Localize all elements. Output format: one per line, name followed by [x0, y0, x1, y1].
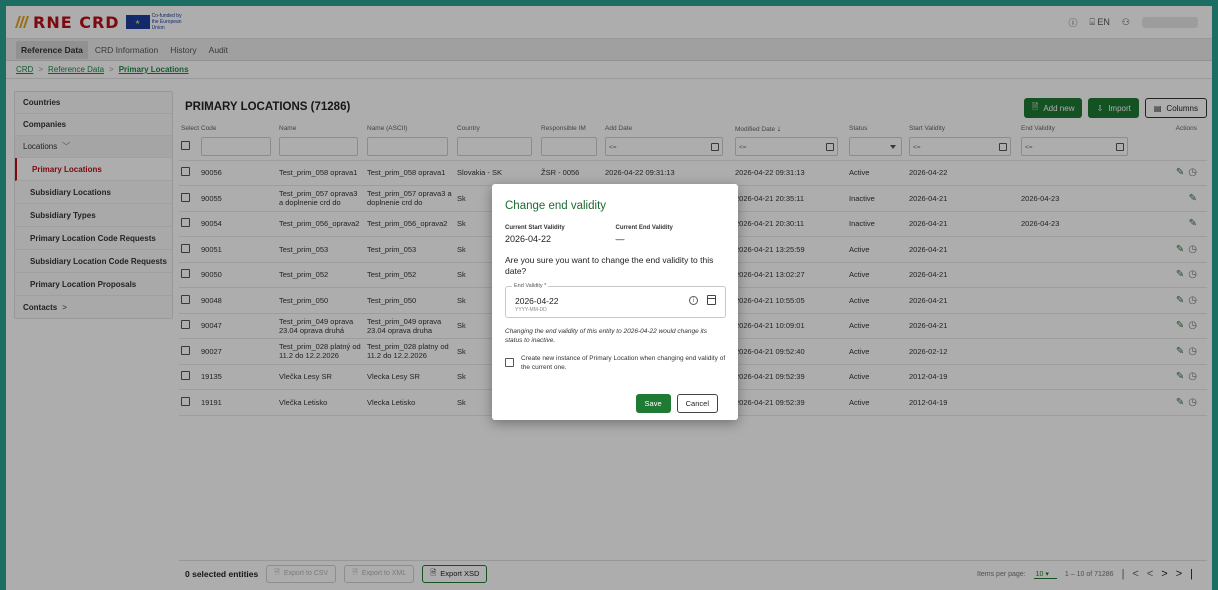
- current-end-label: Current End Validity: [615, 225, 673, 231]
- new-instance-option: Create new instance of Primary Location …: [505, 354, 726, 372]
- end-validity-label: End Validity *: [512, 283, 549, 289]
- current-start-value: 2026-04-22: [505, 234, 552, 244]
- end-validity-input[interactable]: 2026-04-22: [515, 296, 717, 306]
- status-change-warning: Changing the end validity of this entity…: [505, 328, 707, 344]
- cancel-button[interactable]: Cancel: [676, 394, 718, 413]
- new-instance-checkbox[interactable]: [505, 358, 514, 367]
- current-validity: Current Start Validity 2026-04-22 Curren…: [505, 225, 726, 244]
- save-button[interactable]: Save: [635, 394, 671, 413]
- change-end-validity-dialog: Change end validity Current Start Validi…: [492, 184, 738, 420]
- new-instance-label: Create new instance of Primary Location …: [521, 355, 726, 371]
- info-icon[interactable]: i: [689, 296, 698, 305]
- confirmation-question: Are you sure you want to change the end …: [505, 255, 714, 276]
- date-format-hint: YYYY-MM-DD: [515, 307, 547, 313]
- dialog-buttons: Save Cancel: [635, 394, 718, 413]
- current-start-label: Current Start Validity: [505, 225, 565, 231]
- end-validity-field[interactable]: End Validity * 2026-04-22 YYYY-MM-DD i: [505, 283, 726, 318]
- dialog-title: Change end validity: [505, 200, 607, 212]
- current-end-value: —: [615, 234, 625, 244]
- calendar-icon[interactable]: [707, 295, 716, 305]
